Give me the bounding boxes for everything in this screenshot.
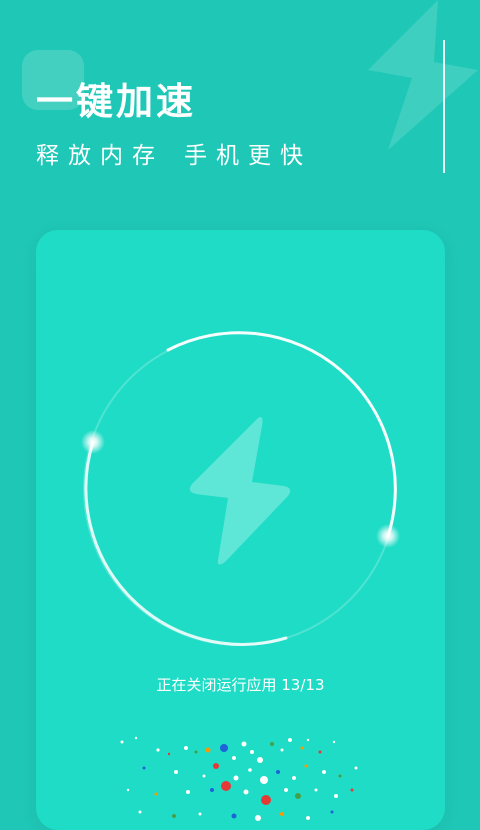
ring-glow-dot-right: [376, 524, 400, 548]
page-subtitle: 释放内存 手机更快: [36, 140, 312, 172]
header-divider: [443, 40, 445, 173]
progress-ring-arc-right: [166, 331, 397, 538]
page-title: 一键加速: [36, 80, 196, 123]
background-lightning-icon: [368, 0, 478, 150]
closing-apps-status: 正在关闭运行应用 13/13: [156, 676, 325, 694]
subtitle-part-faster: 手机更快: [184, 143, 312, 169]
cleanup-particles: [120, 736, 358, 821]
ring-glow-dot-left: [81, 430, 105, 454]
subtitle-part-memory: 释放内存: [36, 143, 164, 169]
boost-card: 正在关闭运行应用 13/13: [36, 230, 445, 830]
lightning-bolt-icon: [189, 417, 291, 565]
progress-ring-arc-left: [84, 440, 288, 646]
